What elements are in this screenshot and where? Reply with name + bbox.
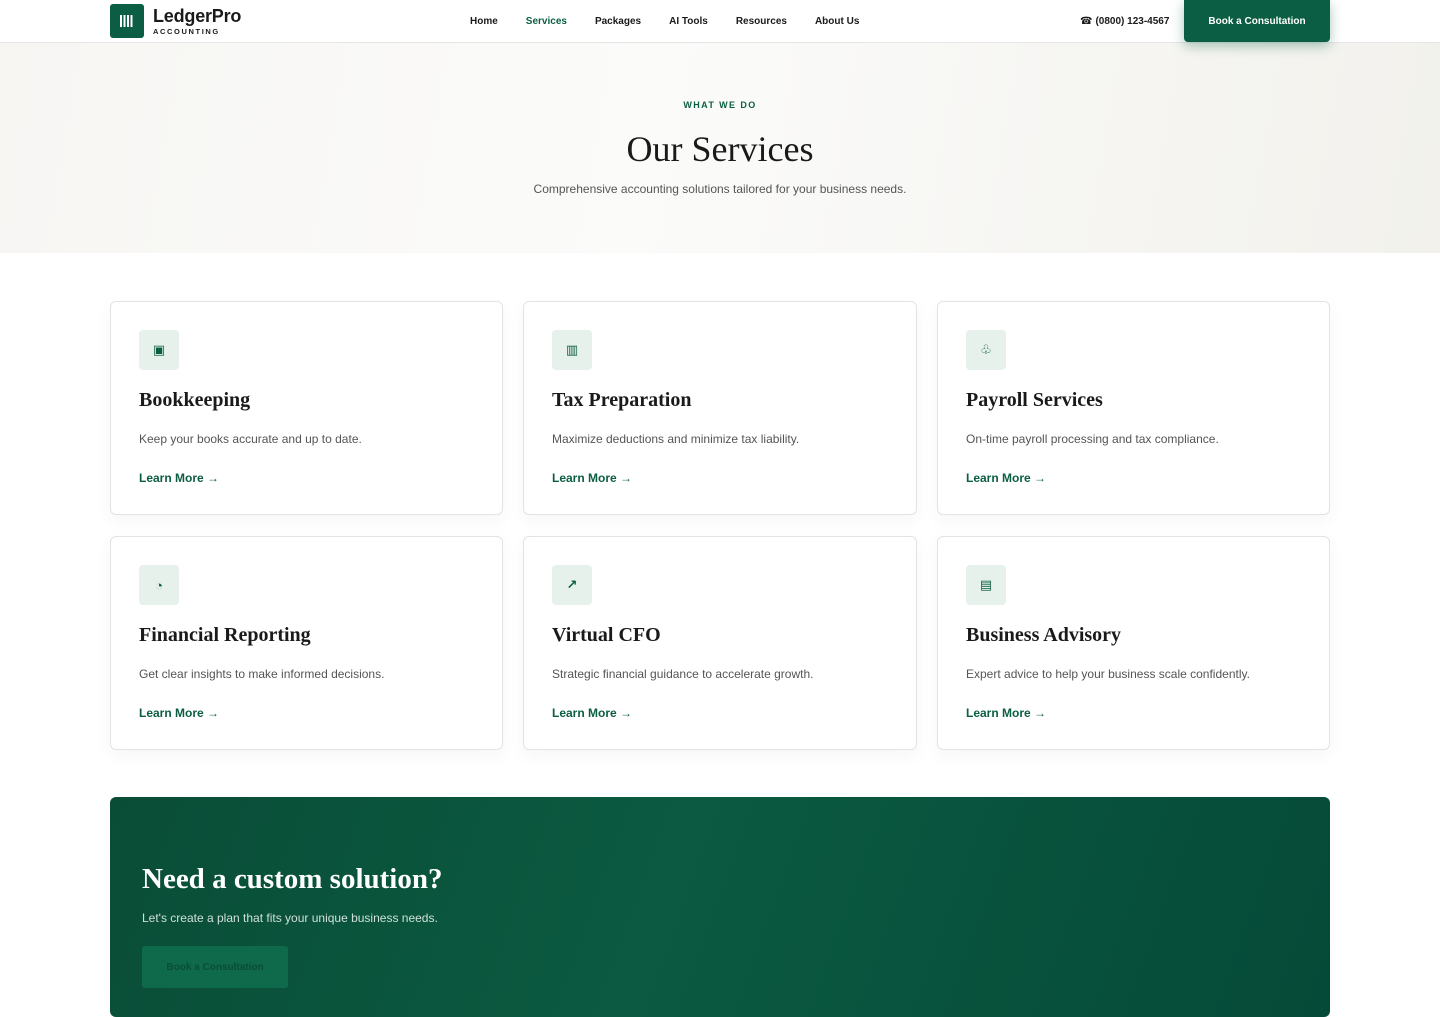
trend-arrow-icon: ↗	[552, 565, 592, 605]
ledger-logo-icon	[110, 4, 144, 38]
pie-chart-icon: ◔	[139, 565, 179, 605]
logo-name: LedgerPro	[153, 5, 242, 26]
service-description: Strategic financial guidance to accelera…	[552, 667, 814, 681]
nav-resources[interactable]: Resources	[736, 16, 787, 27]
service-title: Tax Preparation	[552, 389, 692, 411]
learn-more-link[interactable]: Learn More →	[139, 471, 219, 485]
ledger-book-icon: ▣	[139, 330, 179, 370]
nav-home[interactable]: Home	[470, 16, 498, 27]
learn-more-link[interactable]: Learn More →	[552, 706, 632, 720]
service-description: Expert advice to help your business scal…	[966, 667, 1250, 681]
tax-document-icon: ▥	[552, 330, 592, 370]
banner-title: Need a custom solution?	[142, 863, 443, 895]
site-header: LedgerPro ACCOUNTING Home Services Packa…	[0, 0, 1440, 43]
services-grid: ▣ Bookkeeping Keep your books accurate a…	[110, 301, 1330, 750]
learn-more-link[interactable]: Learn More →	[552, 471, 632, 485]
service-title: Business Advisory	[966, 624, 1122, 646]
nav-services[interactable]: Services	[526, 16, 567, 27]
service-description: Get clear insights to make informed deci…	[139, 667, 385, 681]
service-description: Keep your books accurate and up to date.	[139, 432, 362, 446]
phone-number: (0800) 123-4567	[1095, 16, 1170, 27]
payroll-icon: ♧	[966, 330, 1006, 370]
page-subtitle: Comprehensive accounting solutions tailo…	[533, 182, 907, 196]
nav-about-us[interactable]: About Us	[815, 16, 859, 27]
service-description: On-time payroll processing and tax compl…	[966, 432, 1219, 446]
learn-more-link[interactable]: Learn More →	[966, 471, 1046, 485]
service-card-tax-preparation: ▥ Tax Preparation Maximize deductions an…	[523, 301, 917, 515]
service-title: Payroll Services	[966, 389, 1103, 411]
service-description: Maximize deductions and minimize tax lia…	[552, 432, 800, 446]
section-eyebrow: WHAT WE DO	[683, 100, 757, 110]
book-consultation-button[interactable]: Book a Consultation	[1184, 0, 1330, 42]
service-card-bookkeeping: ▣ Bookkeeping Keep your books accurate a…	[110, 301, 503, 515]
learn-more-link[interactable]: Learn More →	[966, 706, 1046, 720]
logo-subtitle: ACCOUNTING	[153, 26, 220, 36]
banner-book-consultation-button[interactable]: Book a Consultation	[142, 946, 288, 988]
logo[interactable]: LedgerPro ACCOUNTING	[110, 4, 241, 38]
report-list-icon: ▤	[966, 565, 1006, 605]
service-title: Financial Reporting	[139, 624, 311, 646]
main-nav: Home Services Packages AI Tools Resource…	[470, 0, 859, 43]
banner-subtitle: Let's create a plan that fits your uniqu…	[142, 911, 438, 925]
nav-ai-tools[interactable]: AI Tools	[669, 16, 708, 27]
page-title: Our Services	[626, 129, 814, 169]
hero-section: WHAT WE DO Our Services Comprehensive ac…	[0, 43, 1440, 253]
service-card-payroll: ♧ Payroll Services On-time payroll proce…	[937, 301, 1330, 515]
custom-solution-banner: Need a custom solution? Let's create a p…	[110, 797, 1330, 1017]
service-card-financial-reporting: ◔ Financial Reporting Get clear insights…	[110, 536, 503, 750]
service-card-business-advisory: ▤ Business Advisory Expert advice to hel…	[937, 536, 1330, 750]
learn-more-link[interactable]: Learn More →	[139, 706, 219, 720]
phone-link[interactable]: ☎ (0800) 123-4567	[1080, 0, 1169, 43]
service-title: Virtual CFO	[552, 624, 661, 646]
nav-packages[interactable]: Packages	[595, 16, 641, 27]
service-title: Bookkeeping	[139, 389, 251, 411]
service-card-virtual-cfo: ↗ Virtual CFO Strategic financial guidan…	[523, 536, 917, 750]
phone-icon: ☎	[1080, 16, 1093, 27]
